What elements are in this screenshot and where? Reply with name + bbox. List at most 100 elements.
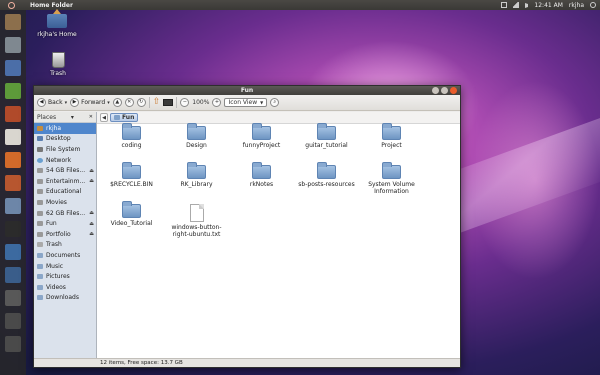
maximize-button[interactable] (441, 87, 448, 94)
up-button[interactable]: ▲ (112, 98, 122, 107)
sidebar-header-label: Places (37, 113, 57, 121)
window-body: Places ▾ ✕ rkjha Desktop File System Networ… (34, 112, 460, 358)
camera-icon (5, 290, 21, 306)
sidebar-item[interactable]: Educational (34, 187, 96, 198)
home-arrow-icon[interactable]: ⇧ (153, 98, 161, 107)
minimize-button[interactable] (432, 87, 439, 94)
sidebar-item-label: Entertainm... (46, 177, 86, 185)
sidebar-item[interactable]: 62 GB Files... ⏏ (34, 208, 96, 219)
zoom-out-button[interactable]: − (180, 98, 190, 107)
computer-icon[interactable] (163, 99, 174, 106)
close-button[interactable] (450, 87, 457, 94)
view-mode-select[interactable]: Icon View ▼ (224, 98, 268, 107)
item-label: $RECYCLE.BIN (110, 181, 153, 188)
forward-arrow-icon: ▶ (70, 98, 80, 107)
sidebar-item[interactable]: Downloads (34, 293, 96, 304)
forward-button[interactable]: ▶ Forward ▾ (70, 98, 110, 107)
drive-icon (37, 221, 43, 227)
folder-icon (37, 263, 43, 269)
window-titlebar[interactable]: Fun (34, 86, 460, 95)
desktop-home-label: rkjha's Home (37, 31, 77, 38)
sidebar-item[interactable]: Entertainm... ⏏ (34, 176, 96, 187)
launcher-item[interactable] (2, 264, 24, 286)
sidebar-item[interactable]: File System (34, 144, 96, 155)
eject-icon[interactable]: ⏏ (89, 210, 94, 216)
zoom-in-button[interactable]: + (212, 98, 222, 107)
launcher-item[interactable] (2, 241, 24, 263)
clock[interactable]: 12:41 AM (534, 2, 562, 9)
mail-icon[interactable] (501, 2, 508, 8)
sidebar-item[interactable]: Network (34, 155, 96, 166)
forward-dropdown-icon[interactable]: ▾ (107, 100, 110, 106)
launcher-item[interactable] (2, 103, 24, 125)
stop-button[interactable]: ✕ (124, 98, 134, 107)
sidebar-item[interactable]: Fun ⏏ (34, 218, 96, 229)
folder-icon (37, 284, 43, 290)
folder-item[interactable]: Design (164, 123, 229, 149)
network-icon[interactable] (513, 2, 520, 8)
sidebar-item[interactable]: Portfolio ⏏ (34, 229, 96, 240)
folder-icon (37, 295, 43, 301)
back-button[interactable]: ◀ Back ▾ (37, 98, 67, 107)
power-icon[interactable] (590, 2, 596, 8)
item-label: Video_Tutorial (110, 220, 153, 227)
eject-icon[interactable]: ⏏ (89, 231, 94, 237)
sidebar-close-icon[interactable]: ✕ (89, 114, 93, 120)
folder-item[interactable]: rkNotes (229, 162, 294, 188)
launcher-item[interactable] (2, 80, 24, 102)
desktop-home-icon[interactable]: rkjha's Home (27, 9, 87, 38)
eject-icon[interactable]: ⏏ (89, 178, 94, 184)
folder-item[interactable]: funnyProject (229, 123, 294, 149)
folder-icon (122, 162, 141, 179)
sidebar-item-label: File System (46, 145, 81, 153)
sidebar-dropdown-icon[interactable]: ▾ (71, 114, 74, 121)
launcher-item[interactable] (2, 149, 24, 171)
folder-item[interactable]: RK_Library (164, 162, 229, 188)
volume-icon[interactable] (525, 2, 529, 8)
launcher-item[interactable] (2, 57, 24, 79)
folder-item[interactable]: sb-posts-resources (294, 162, 359, 188)
folder-item[interactable]: guitar_tutorial (294, 123, 359, 149)
eject-icon[interactable]: ⏏ (89, 168, 94, 174)
launcher-item[interactable] (2, 11, 24, 33)
launcher-item[interactable] (2, 172, 24, 194)
folder-item[interactable]: Video_Tutorial (99, 201, 164, 227)
sidebar-item[interactable]: Music (34, 261, 96, 272)
folder-icon (114, 115, 120, 120)
home-folder-icon (5, 14, 21, 30)
launcher-item[interactable] (2, 126, 24, 148)
desktop-trash-icon[interactable]: Trash (28, 52, 88, 77)
folder-item[interactable]: System Volume Information (359, 162, 424, 195)
user-menu[interactable]: rkjha (569, 2, 584, 9)
sidebar-item[interactable]: rkjha (34, 123, 96, 134)
path-segment-fun[interactable]: Fun (110, 113, 139, 122)
toolbar-separator (148, 97, 150, 108)
path-left-arrow-icon[interactable]: ◀ (100, 113, 108, 122)
sidebar-item[interactable]: Trash (34, 240, 96, 251)
sidebar-item[interactable]: 54 GB Files... ⏏ (34, 165, 96, 176)
eject-icon[interactable]: ⏏ (89, 221, 94, 227)
launcher-item[interactable] (2, 287, 24, 309)
launcher-item[interactable] (2, 218, 24, 240)
folder-item[interactable]: coding (99, 123, 164, 149)
launcher-item[interactable] (2, 195, 24, 217)
sidebar-item[interactable]: Videos (34, 282, 96, 293)
folder-item[interactable]: $RECYCLE.BIN (99, 162, 164, 188)
launcher-item[interactable] (2, 310, 24, 332)
back-dropdown-icon[interactable]: ▾ (65, 100, 68, 106)
file-item[interactable]: windows-button-right-ubuntu.txt (164, 204, 229, 238)
forward-label: Forward (81, 99, 106, 106)
folder-item[interactable]: Project (359, 123, 424, 149)
launcher-item[interactable] (2, 333, 24, 355)
sidebar-item[interactable]: Desktop (34, 134, 96, 145)
filesystem-icon (37, 146, 43, 152)
reload-button[interactable]: ↻ (136, 98, 146, 107)
search-button[interactable]: ⌕ (270, 98, 280, 107)
sidebar-item-label: Network (46, 156, 72, 164)
sidebar-item[interactable]: Pictures (34, 271, 96, 282)
launcher-item[interactable] (2, 34, 24, 56)
sidebar-item[interactable]: Movies (34, 197, 96, 208)
ubuntu-logo-icon[interactable] (6, 0, 16, 10)
sidebar-item[interactable]: Documents (34, 250, 96, 261)
files-icon (5, 198, 21, 214)
